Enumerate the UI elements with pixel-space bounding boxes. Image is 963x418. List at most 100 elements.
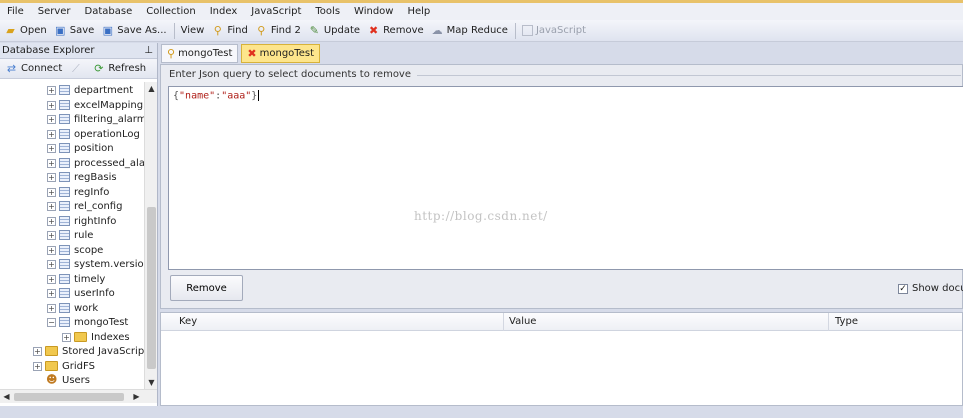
menu-bar: File Server Database Collection Index Ja…	[0, 3, 963, 20]
expand-icon[interactable]: +	[47, 187, 56, 197]
expand-icon[interactable]: +	[47, 143, 56, 153]
save-as-icon: ▣	[102, 24, 113, 37]
expand-icon[interactable]: +	[47, 201, 56, 211]
column-divider[interactable]	[503, 313, 504, 331]
scroll-thumb[interactable]	[147, 207, 156, 369]
expand-icon[interactable]: +	[47, 129, 56, 139]
find-icon: ⚲	[167, 47, 176, 60]
toolbar-separator	[173, 22, 175, 39]
refresh-button[interactable]: ⟳ Refresh	[89, 60, 149, 78]
tree-collection-selected[interactable]: − mongoTest	[47, 315, 128, 329]
javascript-button[interactable]: JavaScript	[519, 22, 589, 40]
tree-collection[interactable]: + regBasis	[47, 170, 117, 184]
expand-icon[interactable]: +	[62, 332, 71, 342]
tree-collection[interactable]: + operationLog	[47, 127, 140, 141]
tree-collection[interactable]: + work	[47, 301, 98, 315]
tree-stored-javascript[interactable]: + Stored JavaScript	[33, 344, 144, 358]
menu-javascript[interactable]: JavaScript	[251, 6, 301, 17]
menu-server[interactable]: Server	[38, 6, 71, 17]
column-header-key[interactable]: Key	[179, 316, 197, 327]
expand-icon[interactable]: +	[47, 85, 56, 95]
json-query-editor[interactable]: {"name":"aaa"} http://blog.csdn.net/	[168, 86, 963, 270]
connect-button[interactable]: ⇄ Connect	[2, 60, 65, 78]
expand-icon[interactable]: +	[33, 346, 42, 356]
find-button[interactable]: ⚲ Find	[208, 22, 251, 40]
explorer-title: Database Explorer	[2, 45, 95, 56]
tree-collection[interactable]: + excelMapping	[47, 98, 143, 112]
explorer-horizontal-scrollbar[interactable]: ◀ ▶	[0, 389, 157, 403]
tree-collection[interactable]: +processed_alarr	[47, 156, 144, 170]
explorer-vertical-scrollbar[interactable]: ▲ ▼	[144, 82, 157, 389]
tree-collection[interactable]: + rightInfo	[47, 214, 116, 228]
open-button[interactable]: ▰ Open	[1, 22, 50, 40]
tree-gridfs[interactable]: + GridFS	[33, 359, 95, 373]
scroll-thumb[interactable]	[14, 393, 124, 401]
expand-icon[interactable]: +	[47, 274, 56, 284]
query-legend: Enter Json query to select documents to …	[169, 69, 418, 80]
tree-collection[interactable]: + position	[47, 141, 114, 155]
save-button[interactable]: ▣ Save	[51, 22, 98, 40]
tab-remove-mongotest[interactable]: ✖ mongoTest	[241, 44, 320, 63]
scroll-up-icon[interactable]: ▲	[145, 82, 158, 95]
tree-collection[interactable]: + timely	[47, 272, 105, 286]
menu-window[interactable]: Window	[354, 6, 393, 17]
tree-collection[interactable]: + system.version	[47, 257, 144, 271]
expand-icon[interactable]: +	[47, 245, 56, 255]
show-documents-checkbox[interactable]: ✓ Show docum	[898, 283, 963, 294]
tree-collection[interactable]: + scope	[47, 243, 103, 257]
expand-icon[interactable]: +	[47, 230, 56, 240]
expand-icon[interactable]: +	[47, 303, 56, 313]
column-divider[interactable]	[828, 313, 829, 331]
folder-icon	[74, 332, 87, 342]
collection-icon	[59, 143, 70, 153]
collection-icon	[59, 114, 70, 124]
update-button[interactable]: ✎ Update	[305, 22, 363, 40]
results-header: Key Value Type	[161, 313, 962, 331]
expand-icon[interactable]: +	[47, 172, 56, 182]
checkbox-checked-icon[interactable]: ✓	[898, 283, 908, 294]
tree-collection[interactable]: + rel_config	[47, 199, 122, 213]
disconnect-button[interactable]: ⟋	[66, 60, 88, 78]
tree-collection[interactable]: + filtering_alarm	[47, 112, 144, 126]
collection-icon	[59, 245, 70, 255]
remove-icon: ✖	[247, 47, 257, 60]
menu-database[interactable]: Database	[85, 6, 133, 17]
collection-icon	[59, 303, 70, 313]
view-button[interactable]: View	[178, 22, 208, 40]
tree-indexes[interactable]: + Indexes	[62, 330, 130, 344]
menu-tools[interactable]: Tools	[315, 6, 340, 17]
tree-collection[interactable]: + rule	[47, 228, 93, 242]
menu-index[interactable]: Index	[210, 6, 238, 17]
collapse-icon[interactable]: −	[47, 317, 56, 327]
remove-button[interactable]: Remove	[170, 275, 243, 301]
collection-icon	[59, 158, 70, 168]
find2-button[interactable]: ⚲ Find 2	[252, 22, 304, 40]
find2-icon: ⚲	[257, 24, 266, 37]
expand-icon[interactable]: +	[47, 259, 56, 269]
scroll-right-icon[interactable]: ▶	[130, 390, 143, 403]
scroll-left-icon[interactable]: ◀	[0, 390, 13, 403]
tab-find-mongotest[interactable]: ⚲ mongoTest	[161, 44, 239, 63]
folder-open-icon: ▰	[6, 24, 15, 37]
menu-file[interactable]: File	[7, 6, 24, 17]
tree-users[interactable]: ☻ Users	[46, 373, 90, 387]
menu-help[interactable]: Help	[407, 6, 430, 17]
tree-collection[interactable]: + regInfo	[47, 185, 109, 199]
expand-icon[interactable]: +	[33, 361, 42, 371]
expand-icon[interactable]: +	[47, 216, 56, 226]
expand-icon[interactable]: +	[47, 100, 56, 110]
menu-collection[interactable]: Collection	[146, 6, 195, 17]
remove-toolbar-button[interactable]: ✖ Remove	[364, 22, 427, 40]
pin-icon[interactable]: ⊥	[144, 45, 153, 56]
scroll-down-icon[interactable]: ▼	[145, 376, 158, 389]
map-reduce-button[interactable]: ☁ Map Reduce	[428, 22, 511, 40]
expand-icon[interactable]: +	[47, 288, 56, 298]
expand-icon[interactable]: +	[47, 114, 56, 124]
column-header-value[interactable]: Value	[509, 316, 536, 327]
save-icon: ▣	[55, 24, 66, 37]
tree-collection[interactable]: + userInfo	[47, 286, 115, 300]
column-header-type[interactable]: Type	[835, 316, 858, 327]
save-as-button[interactable]: ▣ Save As...	[98, 22, 169, 40]
expand-icon[interactable]: +	[47, 158, 56, 168]
tree-collection[interactable]: + department	[47, 83, 133, 97]
